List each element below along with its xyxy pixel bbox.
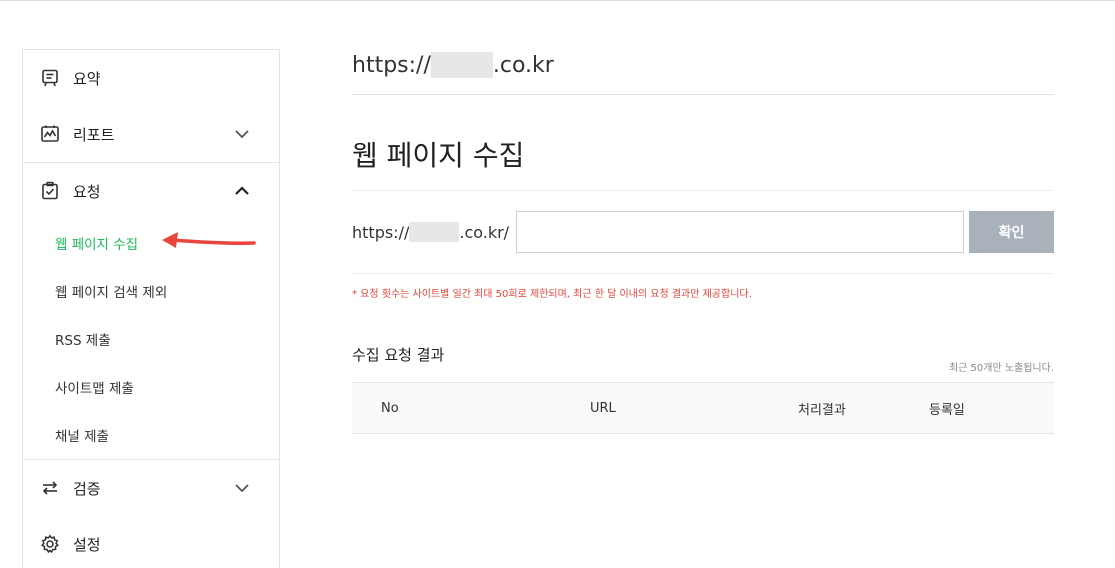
divider: [352, 273, 1054, 274]
sidebar-item-label: 요약: [73, 69, 101, 88]
url-prefix-scheme: https://: [352, 222, 410, 242]
column-header-status: 처리결과: [798, 402, 846, 418]
top-border: [0, 0, 1115, 1]
masked-domain: [409, 222, 460, 242]
sidebar-subitem-sitemap-submit[interactable]: 사이트맵 제출: [23, 363, 279, 411]
masked-domain: [430, 52, 493, 78]
summary-icon: [39, 67, 61, 89]
limit-notice: * 요청 횟수는 사이트별 일간 최대 50회로 제한되며, 최근 한 달 이내…: [352, 289, 752, 300]
request-icon: [39, 180, 61, 202]
results-title: 수집 요청 결과: [352, 346, 445, 364]
verify-icon: [39, 477, 61, 499]
sidebar-item-settings[interactable]: 설정: [23, 516, 279, 568]
report-icon: [39, 123, 61, 145]
sidebar-item-summary[interactable]: 요약: [23, 50, 279, 106]
chevron-up-icon[interactable]: [233, 182, 251, 200]
sidebar-item-label: 리포트: [73, 125, 115, 144]
sidebar-item-label: 요청: [73, 182, 101, 201]
url-path-input[interactable]: [516, 211, 964, 253]
sidebar-item-request[interactable]: 요청: [23, 163, 279, 219]
results-table-header: No URL 처리결과 등록일: [352, 382, 1054, 434]
sidebar-subitem-rss-submit[interactable]: RSS 제출: [23, 315, 279, 363]
results-note: 최근 50개만 노출됩니다.: [948, 363, 1054, 374]
page-title: 웹 페이지 수집: [352, 139, 525, 172]
site-domain-title: https:// .co.kr: [352, 48, 554, 82]
url-prefix: https:// .co.kr/: [352, 211, 509, 253]
domain-prefix: https://: [352, 52, 431, 78]
url-form: https:// .co.kr/ 확인: [352, 211, 1054, 253]
column-header-date: 등록일: [929, 402, 965, 418]
domain-suffix: .co.kr: [492, 52, 554, 78]
sidebar-subitem-web-page-exclude[interactable]: 웹 페이지 검색 제외: [23, 267, 279, 315]
sidebar-item-label: 설정: [73, 535, 101, 554]
chevron-down-icon[interactable]: [233, 479, 251, 497]
sidebar-subitem-channel-submit[interactable]: 채널 제출: [23, 411, 279, 459]
chevron-down-icon[interactable]: [233, 125, 251, 143]
sidebar-subitem-web-page-collect[interactable]: 웹 페이지 수집: [23, 219, 279, 267]
sidebar-item-verify[interactable]: 검증: [23, 460, 279, 516]
confirm-button[interactable]: 확인: [969, 211, 1054, 253]
sidebar: 요약 리포트 요청 웹 페이지 수집 웹 페이지 검색 제외 RSS 제출 사이…: [22, 49, 280, 568]
divider: [352, 94, 1054, 95]
sidebar-item-report[interactable]: 리포트: [23, 106, 279, 162]
gear-icon: [39, 533, 61, 555]
column-header-url: URL: [590, 400, 616, 416]
column-header-no: No: [381, 400, 399, 416]
divider: [352, 190, 1054, 191]
url-prefix-suffix: .co.kr/: [459, 222, 510, 242]
sidebar-item-label: 검증: [73, 479, 101, 498]
